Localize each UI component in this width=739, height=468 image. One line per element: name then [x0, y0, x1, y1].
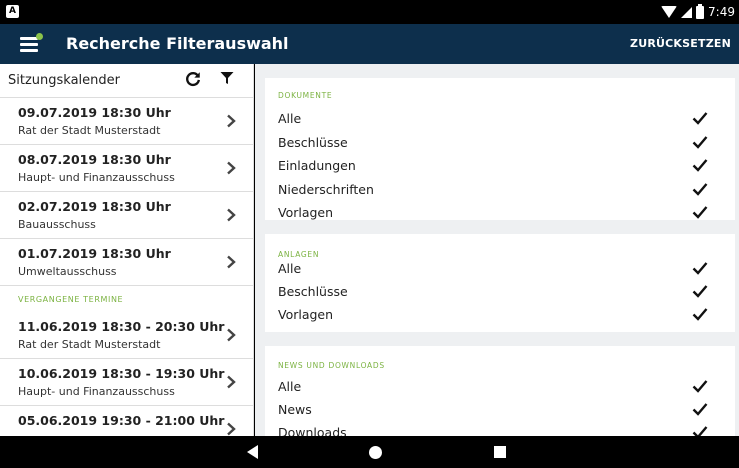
check-icon: [692, 426, 708, 436]
chevron-right-icon: [227, 208, 236, 222]
filter-option-anlagen[interactable]: Alle: [278, 258, 708, 280]
filter-heading-news: NEWS UND DOWNLOADS: [278, 361, 385, 370]
notification-dot: [36, 33, 43, 40]
session-date: 11.06.2019 18:30 - 20:30 Uhr: [18, 319, 225, 334]
session-list-item[interactable]: 11.06.2019 18:30 - 20:30 Uhr Rat der Stad…: [0, 312, 253, 359]
filter-option-label: Beschlüsse: [278, 284, 348, 299]
chevron-right-icon: [227, 255, 236, 269]
session-list-item[interactable]: 05.06.2019 19:30 - 21:00 Uhr: [0, 406, 253, 436]
filter-panel: DOKUMENTE Alle Beschlüsse Einladungen Niede…: [255, 64, 739, 436]
upcoming-sessions-list: 09.07.2019 18:30 Uhr Rat der Stadt Muster…: [0, 98, 253, 286]
chevron-right-icon: [227, 375, 236, 389]
chevron-right-icon: [227, 328, 236, 342]
check-icon: [692, 308, 708, 321]
filter-option-dokumente[interactable]: Vorlagen: [278, 202, 708, 224]
check-icon: [692, 285, 708, 298]
check-icon: [692, 159, 708, 172]
notification-icon: A: [6, 5, 19, 18]
status-time: 7:49: [708, 5, 735, 19]
chevron-right-icon: [227, 161, 236, 175]
past-sessions-list: 11.06.2019 18:30 - 20:30 Uhr Rat der Stad…: [0, 312, 253, 436]
filter-card-news: NEWS UND DOWNLOADS Alle News Downloads: [265, 346, 735, 436]
filter-option-label: Alle: [278, 379, 302, 394]
session-list-item[interactable]: 10.06.2019 18:30 - 19:30 Uhr Haupt- und F…: [0, 359, 253, 406]
hamburger-menu-icon[interactable]: [20, 33, 44, 55]
session-date: 10.06.2019 18:30 - 19:30 Uhr: [18, 366, 225, 381]
reset-button[interactable]: ZURÜCKSETZEN: [630, 37, 731, 50]
wifi-icon: [661, 6, 678, 18]
session-date: 05.06.2019 19:30 - 21:00 Uhr: [18, 413, 225, 428]
session-date: 09.07.2019 18:30 Uhr: [18, 105, 171, 120]
filter-option-label: Beschlüsse: [278, 134, 348, 150]
filter-option-label: News: [278, 402, 312, 417]
home-icon[interactable]: [369, 446, 382, 459]
chevron-right-icon: [227, 422, 236, 436]
session-date: 08.07.2019 18:30 Uhr: [18, 152, 171, 167]
filter-option-label: Einladungen: [278, 158, 356, 173]
past-sessions-label: VERGANGENE TERMINE: [18, 295, 124, 304]
recent-apps-icon[interactable]: [494, 446, 506, 458]
session-body: Haupt- und Finanzausschuss: [18, 385, 175, 398]
filter-option-dokumente[interactable]: Beschlüsse: [278, 132, 708, 154]
check-icon: [692, 206, 708, 219]
session-date: 02.07.2019 18:30 Uhr: [18, 199, 171, 214]
filter-option-news[interactable]: News: [278, 399, 708, 421]
filter-option-label: Alle: [278, 261, 302, 276]
battery-icon: [696, 3, 705, 19]
filter-option-anlagen[interactable]: Vorlagen: [278, 304, 708, 326]
filter-card-dokumente: DOKUMENTE Alle Beschlüsse Einladungen Niede…: [265, 78, 735, 220]
session-calendar-panel: Sitzungskalender 09.07.2019 18:30 Uhr Rat…: [0, 64, 254, 436]
system-nav-bar: [0, 436, 739, 468]
back-icon[interactable]: [247, 445, 258, 459]
check-icon: [692, 403, 708, 416]
session-list-item[interactable]: 09.07.2019 18:30 Uhr Rat der Stadt Muster…: [0, 98, 253, 145]
filter-option-label: Vorlagen: [278, 205, 334, 220]
session-list-item[interactable]: 01.07.2019 18:30 Uhr Umweltausschuss: [0, 239, 253, 286]
session-body: Rat der Stadt Musterstadt: [18, 338, 161, 351]
status-bar: A 7:49: [0, 0, 739, 24]
filter-option-dokumente[interactable]: Alle: [278, 108, 708, 130]
filter-option-news[interactable]: Downloads: [278, 422, 708, 436]
session-date: 01.07.2019 18:30 Uhr: [18, 246, 171, 261]
app-bar: Recherche Filterauswahl ZURÜCKSETZEN: [0, 24, 739, 64]
filter-option-label: Downloads: [278, 425, 347, 436]
calendar-title: Sitzungskalender: [8, 73, 120, 88]
refresh-icon[interactable]: [184, 70, 202, 88]
filter-icon[interactable]: [220, 71, 234, 85]
session-body: Haupt- und Finanzausschuss: [18, 171, 175, 184]
check-icon: [692, 135, 708, 149]
filter-card-anlagen: ANLAGEN Alle Beschlüsse Vorlagen: [265, 234, 735, 332]
calendar-header: Sitzungskalender: [0, 64, 253, 98]
filter-option-dokumente[interactable]: Niederschriften: [278, 179, 708, 201]
check-icon: [692, 182, 708, 196]
filter-option-label: Alle: [278, 111, 302, 126]
filter-option-label: Niederschriften: [278, 181, 374, 197]
filter-heading-dokumente: DOKUMENTE: [278, 91, 333, 100]
filter-option-label: Vorlagen: [278, 307, 334, 322]
status-icons: 7:49: [661, 3, 735, 21]
session-body: Bauausschuss: [18, 218, 96, 231]
filter-option-dokumente[interactable]: Einladungen: [278, 155, 708, 177]
session-list-item[interactable]: 08.07.2019 18:30 Uhr Haupt- und Finanzaus…: [0, 145, 253, 192]
filter-option-anlagen[interactable]: Beschlüsse: [278, 281, 708, 303]
check-icon: [692, 262, 708, 275]
page-title: Recherche Filterauswahl: [66, 34, 289, 53]
session-list-item[interactable]: 02.07.2019 18:30 Uhr Bauausschuss: [0, 192, 253, 239]
check-icon: [692, 112, 708, 125]
chevron-right-icon: [227, 114, 236, 128]
filter-option-news[interactable]: Alle: [278, 376, 708, 398]
session-body: Rat der Stadt Musterstadt: [18, 124, 161, 137]
session-body: Umweltausschuss: [18, 265, 117, 278]
signal-icon: [681, 6, 693, 18]
check-icon: [692, 380, 708, 393]
